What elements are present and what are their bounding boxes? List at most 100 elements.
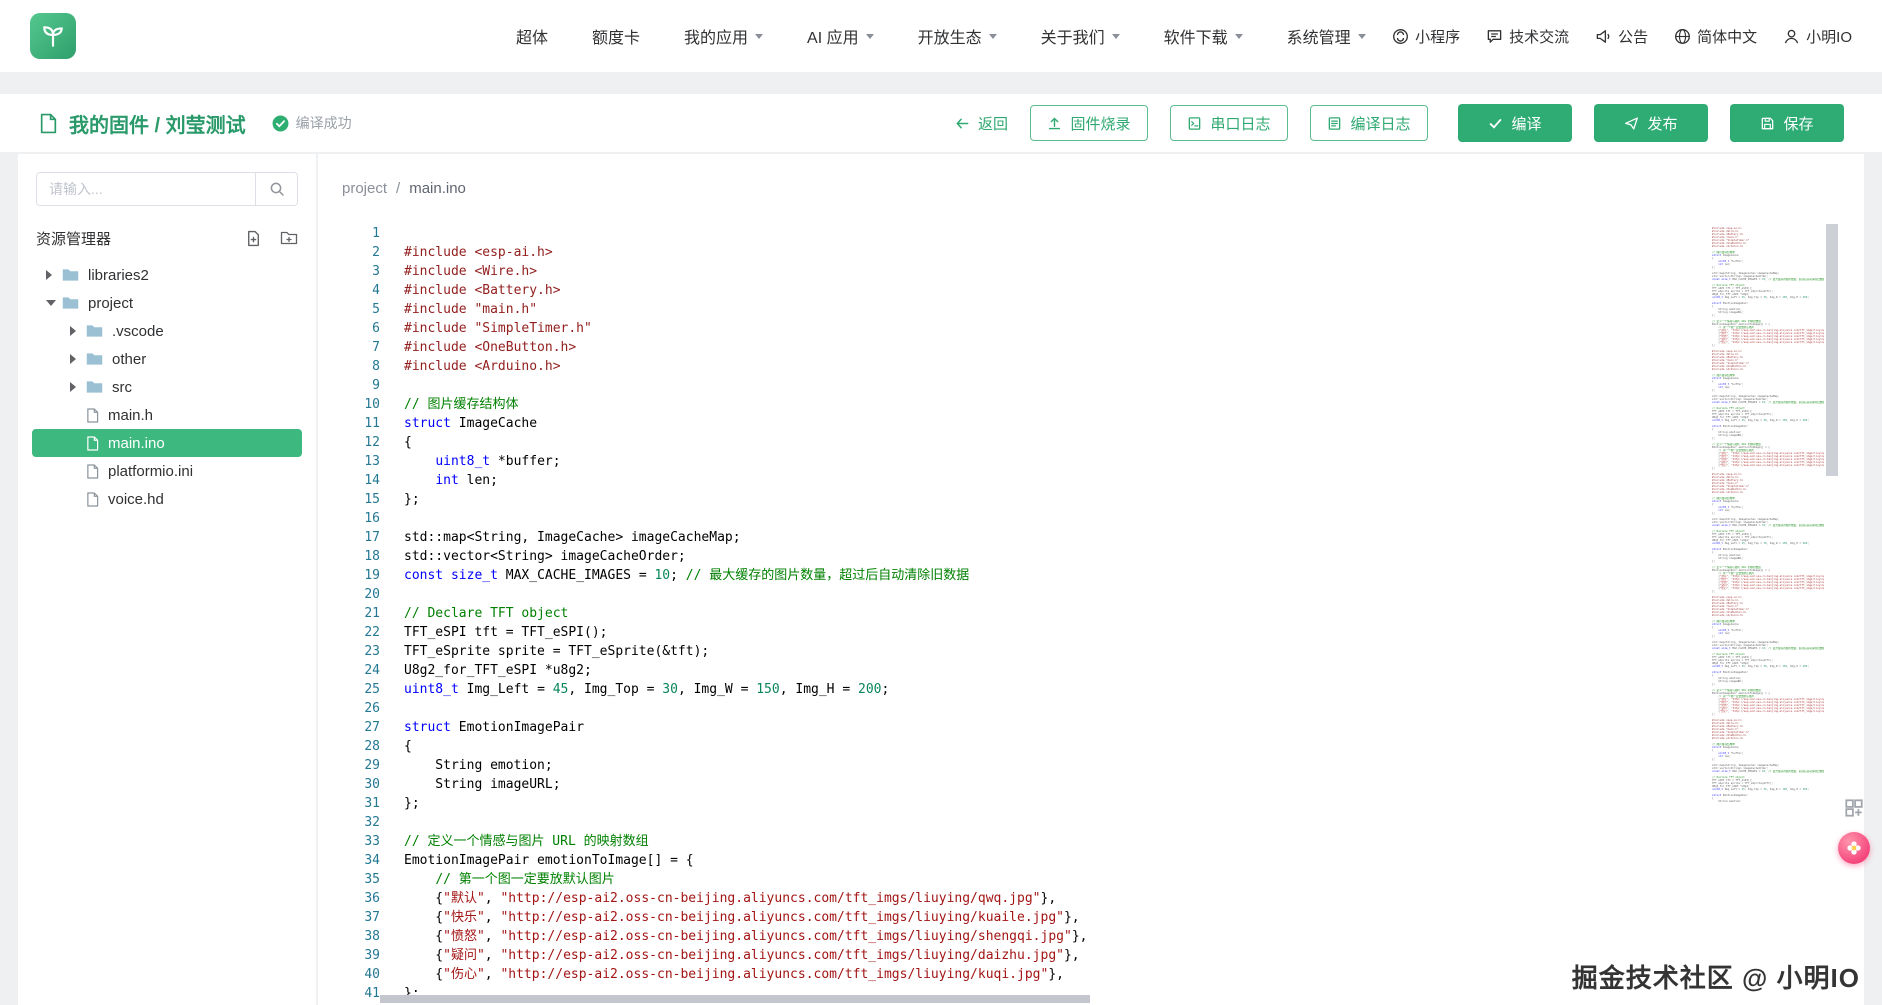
widget-panel-button[interactable] — [1840, 794, 1868, 822]
code-line[interactable]: 18std::vector<String> imageCacheOrder; — [318, 547, 1698, 566]
code-line-text: #include "main.h" — [380, 300, 537, 319]
nav-item-ai-apps[interactable]: AI 应用 — [807, 24, 874, 48]
code-line[interactable]: 27struct EmotionImagePair — [318, 718, 1698, 737]
nav-item-user-account[interactable]: 小明IO — [1783, 26, 1852, 47]
tree-item-voice-hd[interactable]: voice.hd — [18, 485, 316, 513]
flash-firmware-button[interactable]: 固件烧录 — [1030, 105, 1148, 141]
chevron-down-icon[interactable] — [46, 296, 62, 311]
tree-item-platformio-ini[interactable]: platformio.ini — [18, 457, 316, 485]
code-line[interactable]: 40 {"伤心", "http://esp-ai2.oss-cn-beijing… — [318, 965, 1698, 984]
nav-item-language[interactable]: 简体中文 — [1674, 26, 1757, 47]
code-line[interactable]: 13 uint8_t *buffer; — [318, 452, 1698, 471]
horizontal-scrollbar-thumb[interactable] — [380, 995, 1090, 1003]
nav-item-tech-chat[interactable]: 技术交流 — [1486, 26, 1569, 47]
tree-item-main-h[interactable]: main.h — [18, 401, 316, 429]
code-line[interactable]: 12{ — [318, 433, 1698, 452]
code-line[interactable]: 1 — [318, 224, 1698, 243]
code-line-text: TFT_eSPI tft = TFT_eSPI(); — [380, 623, 608, 642]
line-number: 28 — [318, 737, 380, 756]
nav-item-downloads[interactable]: 软件下载 — [1164, 24, 1243, 48]
new-folder-button[interactable] — [280, 230, 298, 247]
nav-item-chaoti[interactable]: 超体 — [516, 24, 548, 48]
back-button[interactable]: 返回 — [955, 113, 1008, 134]
vertical-scrollbar-thumb[interactable] — [1826, 224, 1838, 476]
code-line[interactable]: 23TFT_eSprite sprite = TFT_eSprite(&tft)… — [318, 642, 1698, 661]
announcement-icon — [1595, 28, 1612, 45]
code-line[interactable]: 10// 图片缓存结构体 — [318, 395, 1698, 414]
chevron-right-icon[interactable] — [70, 326, 86, 336]
editor-panel: project / main.ino 1 2#include <esp-ai.h… — [318, 154, 1864, 1005]
code-line[interactable]: 4#include <Battery.h> — [318, 281, 1698, 300]
code-line[interactable]: 29 String emotion; — [318, 756, 1698, 775]
code-line[interactable]: 3#include <Wire.h> — [318, 262, 1698, 281]
tree-item-project[interactable]: project — [18, 289, 316, 317]
code-line[interactable]: 30 String imageURL; — [318, 775, 1698, 794]
code-line[interactable]: 28{ — [318, 737, 1698, 756]
code-line-text: }; — [380, 794, 420, 813]
code-line[interactable]: 8#include <Arduino.h> — [318, 357, 1698, 376]
line-number: 2 — [318, 243, 380, 262]
code-line[interactable]: 25uint8_t Img_Left = 45, Img_Top = 30, I… — [318, 680, 1698, 699]
tree-item-vscode[interactable]: .vscode — [18, 317, 316, 345]
tree-item-libraries2[interactable]: libraries2 — [18, 261, 316, 289]
code-line[interactable]: 37 {"快乐", "http://esp-ai2.oss-cn-beijing… — [318, 908, 1698, 927]
code-line[interactable]: 34EmotionImagePair emotionToImage[] = { — [318, 851, 1698, 870]
code-line[interactable]: 22TFT_eSPI tft = TFT_eSPI(); — [318, 623, 1698, 642]
new-file-button[interactable] — [245, 230, 262, 247]
minimap[interactable]: #include <esp-ai.h>#include <Wire.h>#inc… — [1712, 224, 1824, 802]
code-line[interactable]: 14 int len; — [318, 471, 1698, 490]
chevron-right-icon[interactable] — [46, 270, 62, 280]
code-line[interactable]: 17std::map<String, ImageCache> imageCach… — [318, 528, 1698, 547]
serial-log-button[interactable]: 串口日志 — [1170, 105, 1288, 141]
code-line[interactable]: 33// 定义一个情感与图片 URL 的映射数组 — [318, 832, 1698, 851]
code-line[interactable]: 38 {"愤怒", "http://esp-ai2.oss-cn-beijing… — [318, 927, 1698, 946]
vertical-scrollbar[interactable] — [1826, 224, 1838, 1005]
code-line-text: // 图片缓存结构体 — [380, 395, 518, 414]
compile-log-button[interactable]: 编译日志 — [1310, 105, 1428, 141]
nav-item-about-us[interactable]: 关于我们 — [1041, 24, 1120, 48]
nav-item-announcement[interactable]: 公告 — [1595, 26, 1648, 47]
nav-item-open-ecosystem[interactable]: 开放生态 — [918, 24, 997, 48]
nav-item-my-apps[interactable]: 我的应用 — [684, 24, 763, 48]
code-line[interactable]: 19const size_t MAX_CACHE_IMAGES = 10; //… — [318, 566, 1698, 585]
code-editor[interactable]: 1 2#include <esp-ai.h>3#include <Wire.h>… — [318, 224, 1698, 1005]
horizontal-scrollbar[interactable] — [380, 995, 1698, 1003]
nav-item-system-admin[interactable]: 系统管理 — [1287, 24, 1366, 48]
code-line[interactable]: 5#include "main.h" — [318, 300, 1698, 319]
search-button[interactable] — [255, 173, 297, 205]
tree-item-other[interactable]: other — [18, 345, 316, 373]
nav-item-mini-program[interactable]: 小程序 — [1392, 26, 1460, 47]
code-line-text: struct EmotionImagePair — [380, 718, 584, 737]
chevron-right-icon[interactable] — [70, 382, 86, 392]
code-line[interactable]: 6#include "SimpleTimer.h" — [318, 319, 1698, 338]
logo[interactable] — [30, 13, 76, 59]
code-line[interactable]: 32 — [318, 813, 1698, 832]
nav-item-eduka[interactable]: 额度卡 — [592, 24, 640, 48]
code-line[interactable]: 16 — [318, 509, 1698, 528]
code-line[interactable]: 7#include <OneButton.h> — [318, 338, 1698, 357]
code-line[interactable]: 35 // 第一个图一定要放默认图片 — [318, 870, 1698, 889]
publish-button[interactable]: 发布 — [1594, 104, 1708, 142]
code-line[interactable]: 26 — [318, 699, 1698, 718]
code-line[interactable]: 39 {"疑问", "http://esp-ai2.oss-cn-beijing… — [318, 946, 1698, 965]
code-line[interactable]: 15}; — [318, 490, 1698, 509]
code-line[interactable]: 11struct ImageCache — [318, 414, 1698, 433]
code-line[interactable]: 2#include <esp-ai.h> — [318, 243, 1698, 262]
compile-button[interactable]: 编译 — [1458, 104, 1572, 142]
explorer-title: 资源管理器 — [36, 228, 111, 249]
code-line[interactable]: 21// Declare TFT object — [318, 604, 1698, 623]
search-input[interactable] — [37, 173, 255, 205]
save-button[interactable]: 保存 — [1730, 104, 1844, 142]
code-line[interactable]: 9 — [318, 376, 1698, 395]
tree-item-main-ino[interactable]: main.ino — [32, 429, 302, 457]
code-line-text: // 第一个图一定要放默认图片 — [380, 870, 615, 889]
tree-item-src[interactable]: src — [18, 373, 316, 401]
nav-item-label: 技术交流 — [1509, 26, 1569, 47]
code-line[interactable]: 24U8g2_for_TFT_eSPI *u8g2; — [318, 661, 1698, 680]
code-line[interactable]: 31}; — [318, 794, 1698, 813]
code-line[interactable]: 36 {"默认", "http://esp-ai2.oss-cn-beijing… — [318, 889, 1698, 908]
chevron-right-icon[interactable] — [70, 354, 86, 364]
code-line[interactable]: 20 — [318, 585, 1698, 604]
breadcrumb-project[interactable]: project — [342, 180, 387, 197]
assistant-button[interactable] — [1838, 832, 1870, 864]
